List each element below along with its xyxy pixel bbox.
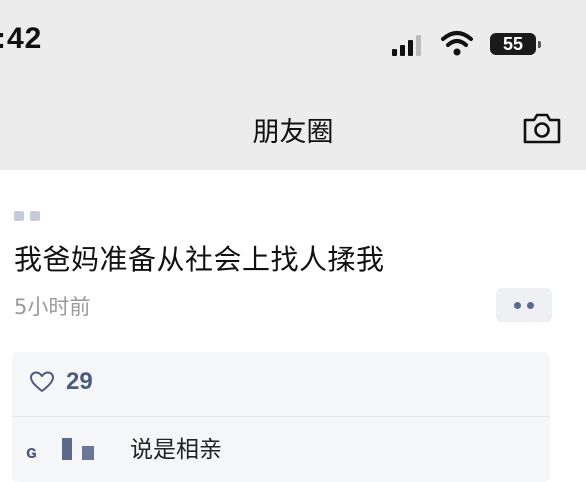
divider (12, 416, 550, 417)
comment-item[interactable]: ɢ 说是相亲 (26, 430, 526, 463)
camera-icon[interactable] (522, 111, 562, 145)
status-time: :42 (0, 22, 43, 55)
like-count: 29 (66, 368, 93, 395)
wifi-icon (441, 31, 473, 56)
heart-icon (30, 371, 54, 392)
likes-comments-panel: 29 ɢ 说是相亲 (12, 352, 550, 482)
battery-tip (538, 41, 541, 48)
battery-indicator: 55 (490, 33, 541, 55)
moment-post: 我爸妈准备从社会上找人揉我 5小时前 29 ɢ 说是相亲 (0, 170, 586, 482)
commenter-name-redacted: ɢ (26, 438, 116, 462)
status-icons: 55 (386, 30, 541, 58)
post-text: 我爸妈准备从社会上找人揉我 (14, 243, 385, 276)
post-timestamp: 5小时前 (14, 295, 91, 319)
comment-text: 说是相亲 (130, 437, 222, 463)
more-button[interactable] (496, 288, 552, 322)
author-name-redacted (14, 206, 74, 221)
more-dots-icon (527, 302, 534, 309)
cellular-signal-icon (392, 35, 421, 56)
more-dots-icon (514, 302, 521, 309)
top-bar: :42 55 朋友圈 (0, 0, 586, 170)
page-title: 朋友圈 (252, 117, 334, 148)
battery-level: 55 (502, 34, 524, 54)
